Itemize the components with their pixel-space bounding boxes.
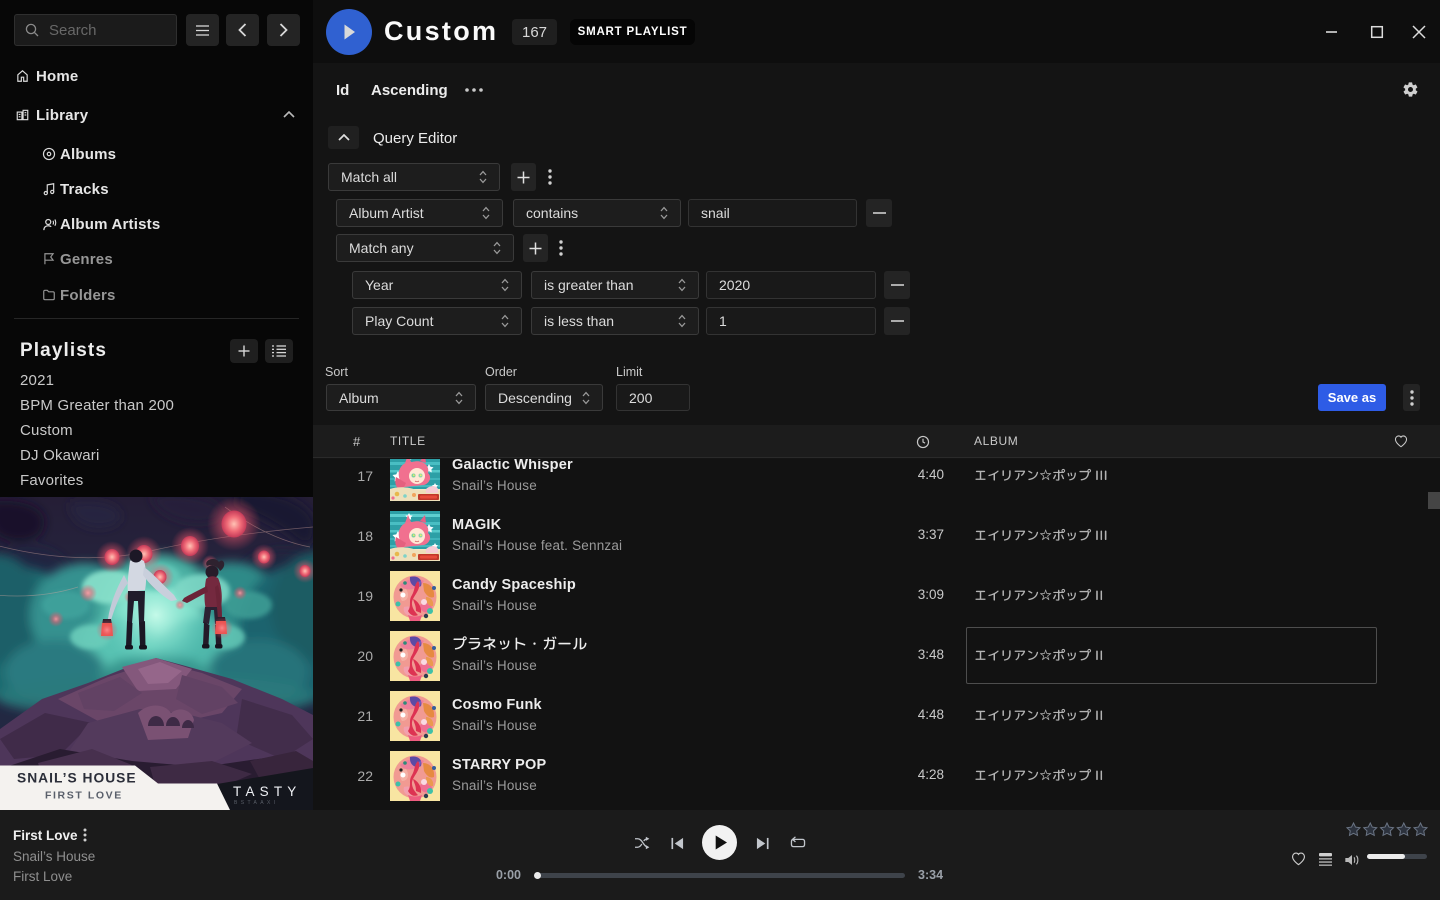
svg-text:BSTAAXI: BSTAAXI	[234, 800, 279, 806]
svg-text:TASTY: TASTY	[233, 784, 302, 799]
svg-text:SNAIL’S HOUSE: SNAIL’S HOUSE	[17, 771, 137, 786]
svg-text:FIRST LOVE: FIRST LOVE	[45, 790, 123, 802]
